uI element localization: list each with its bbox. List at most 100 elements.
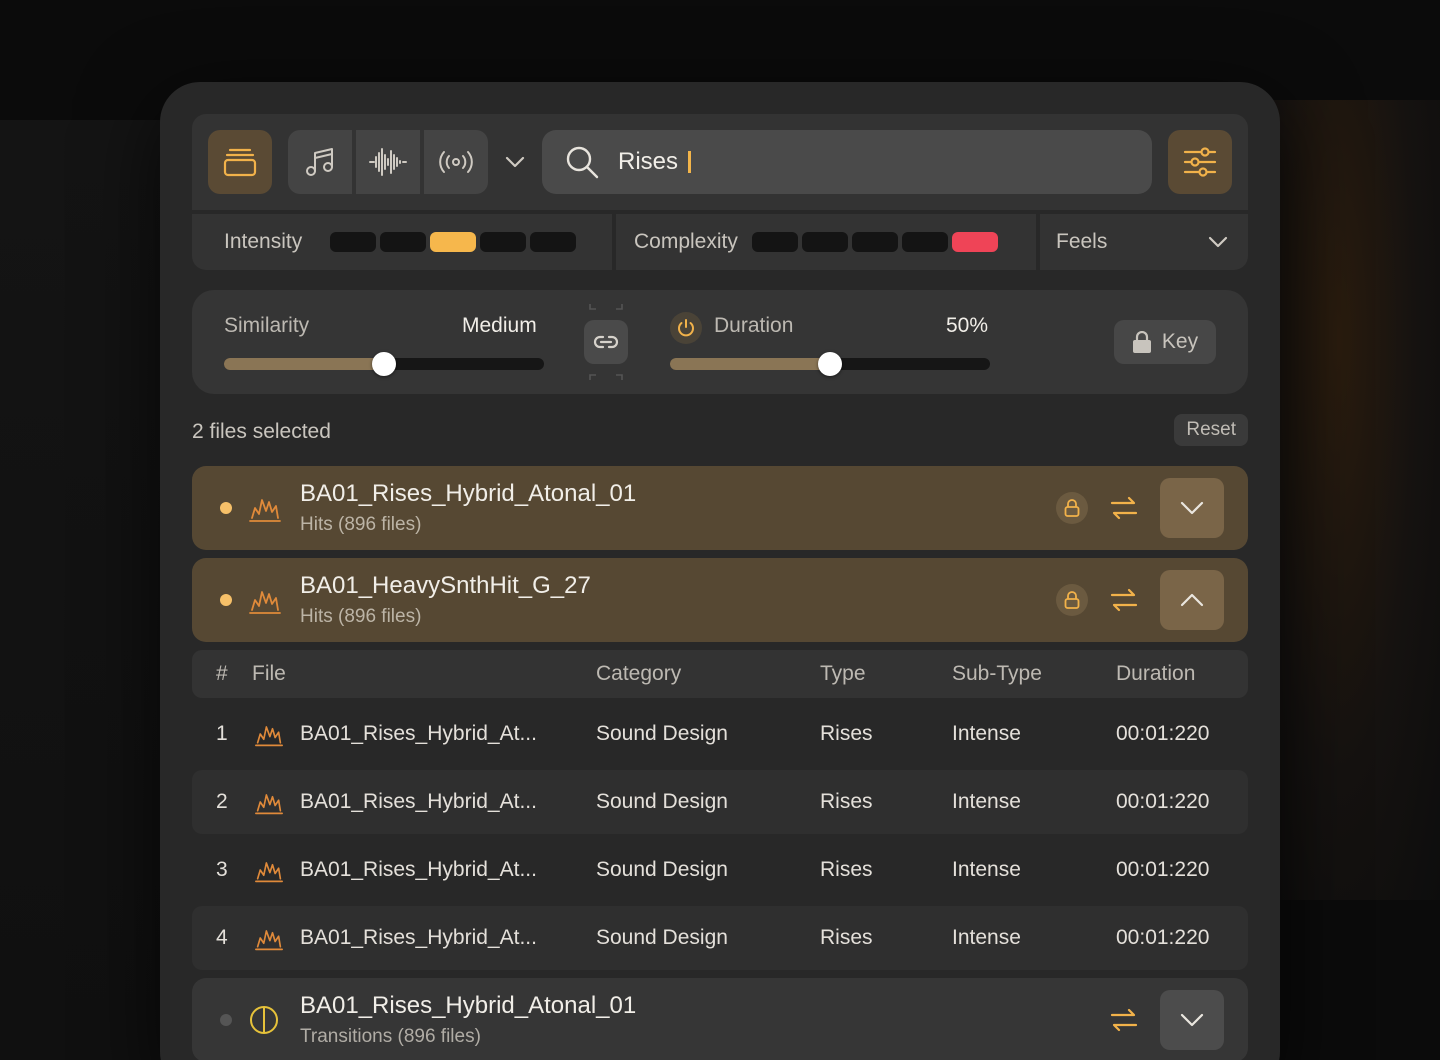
level-segment[interactable]	[801, 232, 848, 252]
expand-button[interactable]	[1160, 990, 1224, 1050]
col-type-header[interactable]: Type	[820, 662, 866, 686]
row-category: Sound Design	[596, 722, 728, 745]
swap-icon[interactable]	[1108, 584, 1140, 616]
file-group[interactable]: BA01_Rises_Hybrid_Atonal_01 Hits (896 fi…	[192, 466, 1248, 550]
col-duration-header[interactable]: Duration	[1116, 662, 1195, 686]
file-group[interactable]: BA01_Rises_Hybrid_Atonal_01 Transitions …	[192, 978, 1248, 1060]
sliders-icon	[1183, 147, 1217, 177]
level-segment[interactable]	[380, 232, 427, 252]
col-num-header: #	[216, 662, 228, 685]
lock-icon	[1132, 331, 1151, 353]
level-segment[interactable]	[430, 232, 477, 252]
group-subtitle: Hits (896 files)	[300, 606, 422, 627]
explosion-icon	[249, 499, 281, 522]
background-sidebar	[0, 120, 170, 1060]
transition-icon	[250, 1006, 278, 1034]
explosion-icon	[255, 794, 283, 815]
complexity-level-bars[interactable]	[751, 232, 998, 252]
library-button[interactable]	[208, 130, 272, 194]
row-duration: 00:01:220	[1116, 722, 1210, 745]
background-right-panel	[1270, 100, 1440, 900]
row-category: Sound Design	[596, 926, 728, 949]
complexity-label: Complexity	[634, 230, 738, 253]
row-number: 2	[216, 790, 228, 813]
search-icon	[566, 146, 599, 179]
search-panel: Rises Intensity Complexity Feels Similar…	[160, 82, 1280, 1060]
link-sliders-button[interactable]	[584, 320, 628, 364]
row-type: Rises	[820, 722, 873, 745]
level-segment[interactable]	[330, 232, 377, 252]
row-number: 1	[216, 722, 228, 745]
mode-music-button[interactable]	[288, 130, 352, 194]
search-input-value[interactable]: Rises	[618, 148, 678, 176]
level-segment[interactable]	[851, 232, 898, 252]
level-segment[interactable]	[951, 232, 998, 252]
explosion-icon	[255, 862, 283, 883]
explosion-icon	[249, 591, 281, 614]
key-label: Key	[1161, 330, 1199, 353]
mode-broadcast-button[interactable]	[424, 130, 488, 194]
link-icon	[593, 335, 619, 349]
group-lock-button[interactable]	[1056, 584, 1088, 616]
broadcast-icon	[439, 151, 473, 173]
feels-label: Feels	[1056, 230, 1108, 253]
table-row[interactable]: 3 BA01_Rises_Hybrid_At... Sound Design Rise…	[192, 838, 1248, 902]
feels-dropdown[interactable]: Feels	[1040, 214, 1248, 270]
lock-icon	[1064, 499, 1080, 517]
level-segment[interactable]	[751, 232, 798, 252]
intensity-level-bars[interactable]	[330, 232, 577, 252]
row-icon	[254, 720, 284, 754]
col-subtype-header[interactable]: Sub-Type	[952, 662, 1042, 686]
unselected-dot	[220, 1014, 232, 1026]
table-row[interactable]: 4 BA01_Rises_Hybrid_At... Sound Design Rise…	[192, 906, 1248, 970]
duration-slider-knob[interactable]	[818, 352, 842, 376]
chevron-down-icon	[1208, 236, 1228, 248]
table-body: 1 BA01_Rises_Hybrid_At... Sound Design Rise…	[192, 702, 1248, 970]
collapse-button[interactable]	[1160, 570, 1224, 630]
search-field[interactable]: Rises	[542, 130, 1152, 194]
col-category-header[interactable]: Category	[596, 662, 681, 686]
selected-dot	[220, 594, 232, 606]
reset-button[interactable]: Reset	[1174, 414, 1248, 446]
filter-settings-button[interactable]	[1168, 130, 1232, 194]
group-subtitle: Transitions (896 files)	[300, 1026, 481, 1047]
similarity-label: Similarity	[224, 314, 310, 337]
expand-button[interactable]	[1160, 478, 1224, 538]
level-segment[interactable]	[901, 232, 948, 252]
selected-dot	[220, 502, 232, 514]
swap-icon[interactable]	[1108, 492, 1140, 524]
row-type: Rises	[820, 926, 873, 949]
intensity-filter[interactable]: Intensity	[192, 214, 612, 270]
files-table: # File Category Type Sub-Type Duration 1…	[192, 650, 1248, 970]
selection-count: 2 files selected	[192, 420, 331, 443]
level-segment[interactable]	[530, 232, 577, 252]
mode-dropdown-button[interactable]	[500, 130, 530, 194]
similarity-value: Medium	[462, 314, 537, 337]
group-title: BA01_Rises_Hybrid_Atonal_01	[300, 480, 637, 507]
duration-toggle[interactable]	[670, 312, 702, 344]
similarity-slider-knob[interactable]	[372, 352, 396, 376]
similarity-slider[interactable]	[224, 352, 544, 376]
row-file: BA01_Rises_Hybrid_At...	[300, 858, 537, 881]
row-file: BA01_Rises_Hybrid_At...	[300, 722, 537, 745]
duration-slider[interactable]	[670, 352, 990, 376]
explosion-icon	[255, 726, 283, 747]
group-lock-button[interactable]	[1056, 492, 1088, 524]
mode-waveform-button[interactable]	[356, 130, 420, 194]
file-group[interactable]: BA01_HeavySnthHit_G_27 Hits (896 files)	[192, 558, 1248, 642]
row-file: BA01_Rises_Hybrid_At...	[300, 926, 537, 949]
complexity-filter[interactable]: Complexity	[616, 214, 1036, 270]
link-bracket-bottom-icon	[589, 374, 623, 380]
group-title: BA01_HeavySnthHit_G_27	[300, 572, 591, 599]
text-caret	[688, 151, 692, 173]
explosion-icon	[255, 930, 283, 951]
selection-bar: 2 files selected Reset	[192, 394, 1248, 466]
level-segment[interactable]	[480, 232, 527, 252]
attribute-filters: Intensity Complexity Feels	[192, 214, 1248, 270]
table-row[interactable]: 1 BA01_Rises_Hybrid_At... Sound Design Rise…	[192, 702, 1248, 766]
key-lock-button[interactable]: Key	[1114, 320, 1216, 364]
col-file-header[interactable]: File	[252, 662, 286, 686]
swap-icon[interactable]	[1108, 1004, 1140, 1036]
table-row[interactable]: 2 BA01_Rises_Hybrid_At... Sound Design Rise…	[192, 770, 1248, 834]
chevron-down-icon	[1180, 501, 1204, 515]
